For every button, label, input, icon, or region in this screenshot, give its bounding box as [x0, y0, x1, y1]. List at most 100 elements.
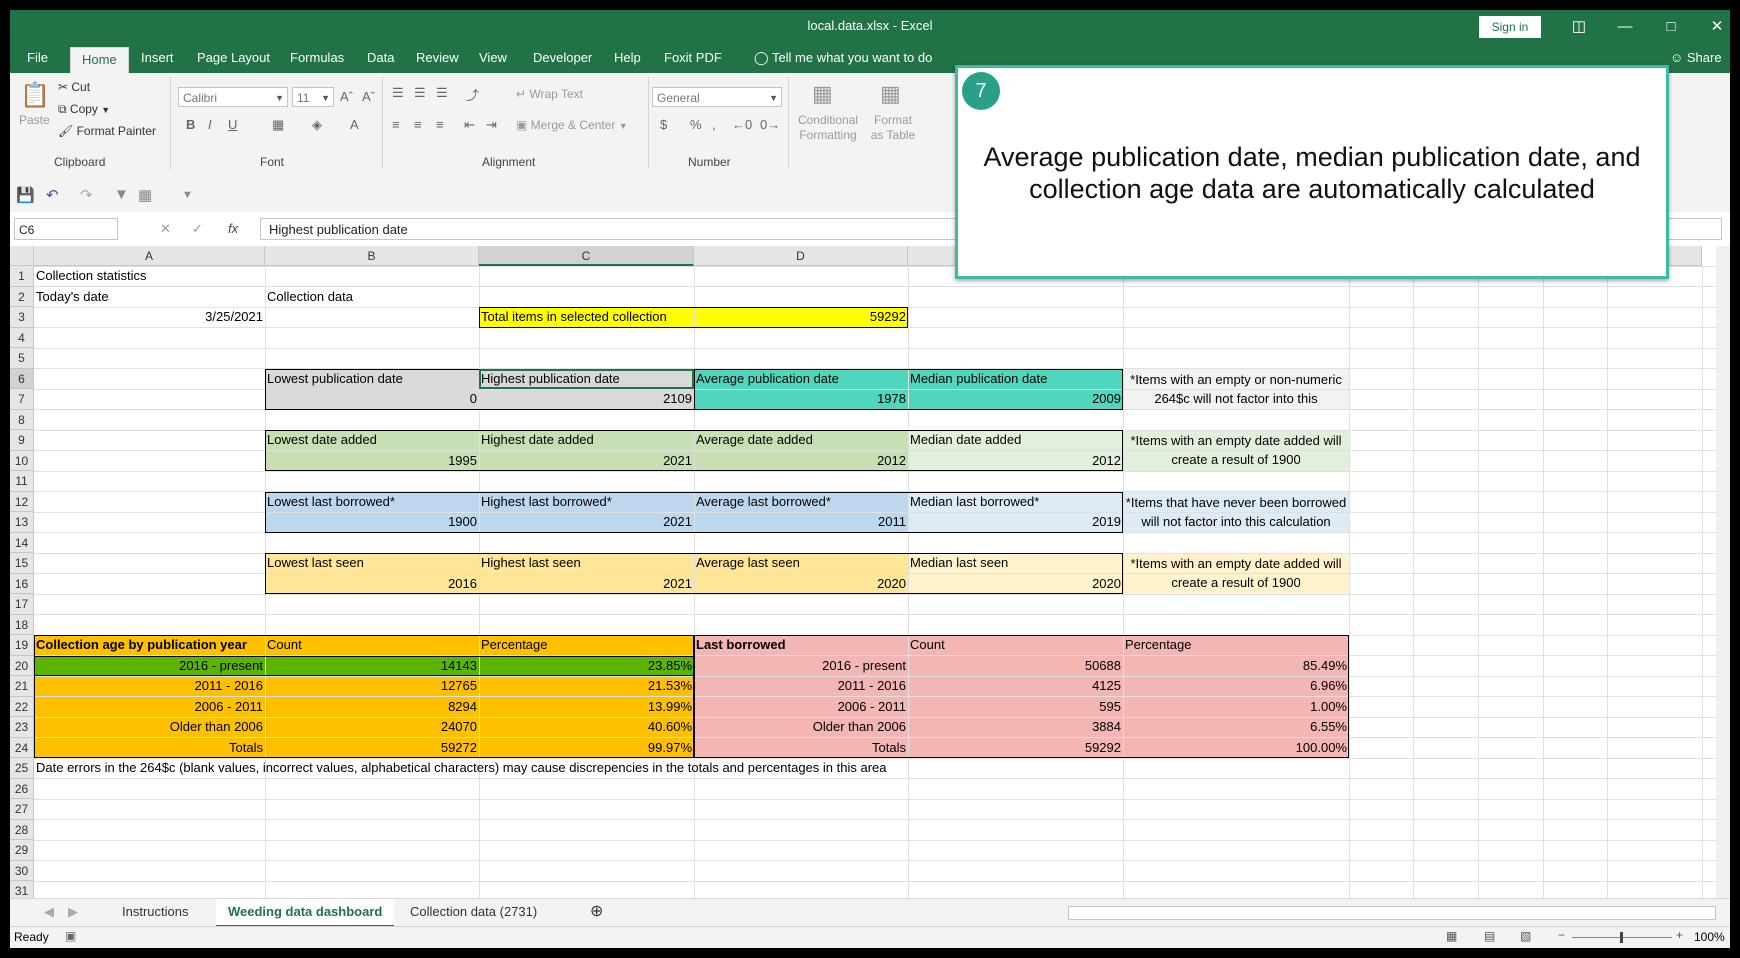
row-header-8[interactable]: 8 — [10, 409, 34, 430]
borrowed-table-row-2-cell-2[interactable]: 1.00% — [1123, 698, 1349, 719]
age-table-row-4-cell-1[interactable]: 59272 — [265, 739, 479, 760]
decrease-indent-icon[interactable]: ⇤ — [464, 117, 475, 133]
borrowed-table-row-1-cell-0[interactable]: 2011 - 2016 — [694, 677, 908, 698]
cell-e16[interactable]: 2020 — [908, 575, 1123, 596]
column-header-c[interactable]: C — [479, 246, 694, 266]
decrease-decimal-icon[interactable]: 0→ — [760, 117, 780, 132]
tab-formulas[interactable]: Formulas — [290, 50, 344, 65]
cell-b10[interactable]: 1995 — [265, 452, 479, 473]
cell-d10[interactable]: 2012 — [694, 452, 908, 473]
row-header-3[interactable]: 3 — [10, 307, 34, 328]
zoom-level[interactable]: 100% — [1694, 930, 1725, 944]
cell-d16[interactable]: 2020 — [694, 575, 908, 596]
italic-button[interactable]: I — [208, 117, 212, 132]
cell-c12[interactable]: Highest last borrowed* — [479, 493, 694, 514]
tab-file[interactable]: File — [27, 50, 48, 65]
cell-c16[interactable]: 2021 — [479, 575, 694, 596]
horizontal-scrollbar[interactable] — [1068, 906, 1716, 920]
tab-view[interactable]: View — [479, 50, 507, 65]
cancel-icon[interactable]: ✕ — [160, 221, 171, 237]
align-middle-icon[interactable]: ☰ — [414, 85, 426, 101]
tab-home[interactable]: Home — [70, 47, 129, 74]
row-header-19[interactable]: 19 — [10, 635, 34, 656]
merge-center-button[interactable]: ▣ Merge & Center ▼ — [516, 118, 628, 132]
sheet-tab-instructions[interactable]: Instructions — [110, 899, 200, 925]
age-table-row-1-cell-0[interactable]: 2011 - 2016 — [34, 677, 265, 698]
row-header-17[interactable]: 17 — [10, 594, 34, 615]
cell-c13[interactable]: 2021 — [479, 513, 694, 534]
row-header-12[interactable]: 12 — [10, 491, 34, 512]
row-header-11[interactable]: 11 — [10, 471, 34, 492]
row-header-22[interactable]: 22 — [10, 696, 34, 717]
tab-page-layout[interactable]: Page Layout — [197, 50, 270, 65]
age-table-row-3-cell-0[interactable]: Older than 2006 — [34, 718, 265, 739]
column-header-b[interactable]: B — [265, 246, 479, 266]
row-header-13[interactable]: 13 — [10, 512, 34, 533]
row-header-29[interactable]: 29 — [10, 840, 34, 861]
row-header-26[interactable]: 26 — [10, 778, 34, 799]
borrowed-table-row-0-cell-0[interactable]: 2016 - present — [694, 657, 908, 678]
cell-f6[interactable]: *Items with an empty or non-numeric 264$… — [1123, 370, 1349, 411]
tab-data[interactable]: Data — [367, 50, 394, 65]
zoom-slider-thumb[interactable] — [1620, 932, 1623, 943]
redo-icon[interactable]: ↷ — [80, 186, 93, 204]
share-button[interactable]: ☺ Share — [1670, 50, 1722, 65]
cell-d13[interactable]: 2011 — [694, 513, 908, 534]
cell-b7[interactable]: 0 — [265, 390, 479, 411]
increase-decimal-icon[interactable]: ←0 — [732, 117, 752, 132]
select-all-corner[interactable] — [10, 246, 34, 266]
cell-d9[interactable]: Average date added — [694, 431, 908, 452]
zoom-in-icon[interactable]: + — [1676, 928, 1683, 942]
tell-me-search[interactable]: ◯ Tell me what you want to do — [754, 50, 932, 66]
sheet-tab-weeding-data-dashboard[interactable]: Weeding data dashboard — [216, 899, 395, 927]
insert-function-icon[interactable]: fx — [228, 221, 238, 236]
format-painter-button[interactable]: 🖌 Format Painter — [58, 124, 156, 138]
cell-b13[interactable]: 1900 — [265, 513, 479, 534]
bold-button[interactable]: B — [186, 117, 195, 132]
cell-f9[interactable]: *Items with an empty date added will cre… — [1123, 431, 1349, 472]
row-header-15[interactable]: 15 — [10, 553, 34, 574]
tab-developer[interactable]: Developer — [533, 50, 592, 65]
borrowed-table-row-2-cell-1[interactable]: 595 — [908, 698, 1123, 719]
enter-icon[interactable]: ✓ — [192, 221, 203, 237]
name-box[interactable]: C6 — [14, 218, 118, 240]
paste-icon[interactable]: 📋 — [20, 81, 50, 110]
column-header-d[interactable]: D — [694, 246, 908, 266]
ribbon-display-options-icon[interactable]: ◫ — [1556, 10, 1602, 43]
row-header-16[interactable]: 16 — [10, 573, 34, 594]
borrowed-table-row-0-cell-1[interactable]: 50688 — [908, 657, 1123, 678]
age-table-row-2-cell-2[interactable]: 13.99% — [479, 698, 694, 719]
align-top-icon[interactable]: ☰ — [392, 85, 404, 101]
cell-d15[interactable]: Average last seen — [694, 554, 908, 575]
cell-d3[interactable]: 59292 — [694, 308, 908, 329]
cell-e10[interactable]: 2012 — [908, 452, 1123, 473]
age-table-row-0-cell-1[interactable]: 14143 — [265, 657, 479, 678]
age-table-row-3-cell-2[interactable]: 40.60% — [479, 718, 694, 739]
borrowed-table-row-2-cell-0[interactable]: 2006 - 2011 — [694, 698, 908, 719]
row-header-9[interactable]: 9 — [10, 430, 34, 451]
tab-review[interactable]: Review — [416, 50, 459, 65]
age-table-row-4-cell-2[interactable]: 99.97% — [479, 739, 694, 760]
row-header-1[interactable]: 1 — [10, 266, 34, 287]
worksheet-grid[interactable]: ABCDEFGHIJK12345678910111213141516171819… — [10, 246, 1716, 898]
cell-e9[interactable]: Median date added — [908, 431, 1123, 452]
cell-e15[interactable]: Median last seen — [908, 554, 1123, 575]
cell-f15[interactable]: *Items with an empty date added will cre… — [1123, 554, 1349, 595]
row-header-2[interactable]: 2 — [10, 286, 34, 307]
cell-b16[interactable]: 2016 — [265, 575, 479, 596]
page-layout-view-icon[interactable]: ▤ — [1484, 929, 1495, 943]
age-table-row-0-cell-0[interactable]: 2016 - present — [34, 657, 265, 678]
borrowed-table-row-3-cell-0[interactable]: Older than 2006 — [694, 718, 908, 739]
borrowed-table-row-4-cell-2[interactable]: 100.00% — [1123, 739, 1349, 760]
align-center-icon[interactable]: ≡ — [414, 117, 422, 132]
row-header-24[interactable]: 24 — [10, 737, 34, 758]
copy-button[interactable]: ⧉ Copy ▼ — [58, 102, 110, 117]
customize-qat-icon[interactable]: ▼ — [182, 189, 193, 201]
column-header-a[interactable]: A — [34, 246, 265, 266]
cell-b15[interactable]: Lowest last seen — [265, 554, 479, 575]
cell-e12[interactable]: Median last borrowed* — [908, 493, 1123, 514]
close-window-button[interactable]: ✕ — [1694, 10, 1730, 43]
undo-icon[interactable]: ↶ — [46, 186, 59, 204]
age-table-row-3-cell-1[interactable]: 24070 — [265, 718, 479, 739]
increase-indent-icon[interactable]: ⇥ — [486, 117, 497, 133]
